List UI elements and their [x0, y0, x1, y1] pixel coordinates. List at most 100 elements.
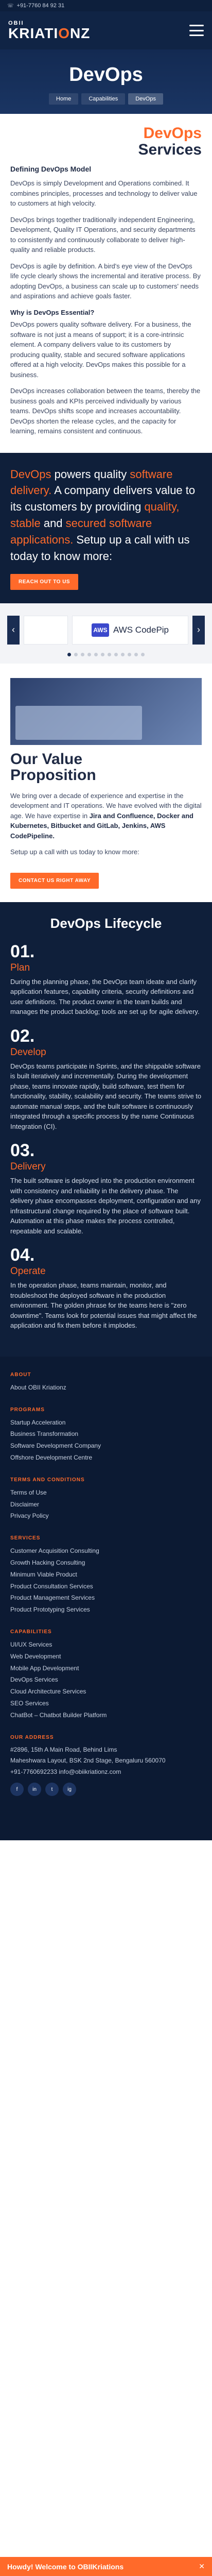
- footer-link[interactable]: Growth Hacking Consulting: [10, 1557, 202, 1569]
- breadcrumb-devops[interactable]: DevOps: [128, 93, 163, 105]
- footer-link[interactable]: Startup Acceleration: [10, 1417, 202, 1429]
- step-text: In the operation phase, teams maintain, …: [10, 1281, 197, 1330]
- address-contact[interactable]: +91-7760692233 info@obiikriationz.com: [10, 1767, 202, 1778]
- carousel-dot[interactable]: [114, 652, 118, 656]
- footer-link[interactable]: Disclaimer: [10, 1499, 202, 1511]
- lifecycle-title: DevOps Lifecycle: [50, 915, 162, 931]
- linkedin-icon[interactable]: in: [28, 1783, 41, 1797]
- step-name: Delivery: [10, 1161, 46, 1173]
- breadcrumb-home[interactable]: Home: [49, 93, 79, 105]
- close-icon[interactable]: ✕: [199, 2562, 205, 2571]
- social-links: f in t ig: [10, 1783, 202, 1797]
- value-cta-text: Setup up a call with us today to know mo…: [10, 848, 139, 856]
- intro-paragraph: DevOps powers quality software delivery.…: [10, 320, 191, 379]
- footer-link[interactable]: Product Management Services: [10, 1592, 202, 1604]
- chat-greeting: Howdy! Welcome to OBIIKriations: [7, 2562, 124, 2571]
- callout-text: DevOps powers quality software delivery.…: [10, 467, 196, 563]
- tools-carousel: ‹ AWS AWS CodePip ›: [0, 603, 212, 664]
- footer-link[interactable]: Offshore Development Centre: [10, 1452, 202, 1464]
- footer-link[interactable]: Product Consultation Services: [10, 1581, 202, 1592]
- site-footer: ABOUT About OBII Kriationz PROGRAMS Star…: [0, 1356, 212, 1841]
- carousel-dot[interactable]: [81, 652, 84, 656]
- lifecycle-step: 02. Develop DevOps teams participate in …: [10, 1027, 202, 1132]
- footer-link[interactable]: Minimum Viable Product: [10, 1569, 202, 1581]
- site-logo[interactable]: OBII KRIATIONZ: [8, 20, 91, 41]
- top-bar-phone[interactable]: +91-7760 84 92 31: [17, 3, 65, 9]
- footer-link[interactable]: UI/UX Services: [10, 1639, 202, 1651]
- step-name: Operate: [10, 1266, 46, 1277]
- value-proposition: Our Value Proposition We bring over a dec…: [0, 664, 212, 902]
- footer-link[interactable]: Web Development: [10, 1651, 202, 1663]
- carousel-prev-button[interactable]: ‹: [7, 615, 20, 645]
- footer-services: SERVICES Customer Acquisition Consulting…: [10, 1535, 202, 1616]
- step-name: Develop: [10, 1046, 46, 1058]
- carousel-dot[interactable]: [134, 652, 138, 656]
- devops-lifecycle: DevOps Lifecycle 01. Plan During the pla…: [0, 902, 212, 1357]
- facebook-icon[interactable]: f: [10, 1783, 24, 1797]
- carousel-dot[interactable]: [94, 652, 98, 656]
- carousel-dot[interactable]: [128, 652, 131, 656]
- top-bar: ☏ +91-7760 84 92 31: [0, 0, 212, 11]
- footer-link[interactable]: Cloud Architecture Services: [10, 1686, 202, 1698]
- hamburger-menu-icon[interactable]: [189, 25, 204, 36]
- carousel-dot[interactable]: [108, 652, 111, 656]
- instagram-icon[interactable]: ig: [63, 1783, 76, 1797]
- footer-link[interactable]: DevOps Services: [10, 1674, 202, 1686]
- carousel-dot[interactable]: [67, 652, 71, 656]
- value-paragraph: We bring over a decade of experience and…: [10, 791, 202, 840]
- step-number: 02.: [10, 1026, 35, 1046]
- carousel-dot[interactable]: [141, 652, 145, 656]
- footer-link[interactable]: Terms of Use: [10, 1487, 202, 1499]
- carousel-dot[interactable]: [101, 652, 104, 656]
- footer-link[interactable]: Customer Acquisition Consulting: [10, 1545, 202, 1557]
- contact-us-button[interactable]: CONTACT US RIGHT AWAY: [10, 872, 99, 889]
- address-line: #2896, 15th A Main Road, Behind Lims: [10, 1745, 117, 1753]
- chat-widget-bar[interactable]: Howdy! Welcome to OBIIKriations ✕: [0, 2557, 212, 2576]
- carousel-card: [24, 615, 68, 645]
- carousel-dot[interactable]: [87, 652, 91, 656]
- twitter-icon[interactable]: t: [45, 1783, 59, 1797]
- carousel-card-label: AWS CodePip: [113, 624, 169, 635]
- logo-main-text: KRIATIONZ: [8, 25, 91, 41]
- intro-paragraph: DevOps is simply Development and Operati…: [10, 179, 198, 207]
- breadcrumb-capabilities[interactable]: Capabilities: [81, 93, 126, 105]
- intro-paragraph: DevOps brings together traditionally ind…: [10, 215, 196, 254]
- footer-link[interactable]: Software Development Company: [10, 1440, 202, 1452]
- footer-terms: TERMS AND CONDITIONS Terms of Use Discla…: [10, 1477, 202, 1522]
- footer-capabilities: CAPABILITIES UI/UX Services Web Developm…: [10, 1629, 202, 1721]
- value-image: [10, 677, 202, 745]
- carousel-dot[interactable]: [121, 652, 125, 656]
- footer-link[interactable]: Mobile App Development: [10, 1663, 202, 1674]
- footer-address: OUR ADDRESS #2896, 15th A Main Road, Beh…: [10, 1735, 202, 1797]
- footer-link[interactable]: About OBII Kriationz: [10, 1382, 202, 1394]
- address-line: Maheshwara Layout, BSK 2nd Stage, Bengal…: [10, 1757, 166, 1765]
- feature-callout: DevOps powers quality software delivery.…: [0, 452, 212, 603]
- footer-link[interactable]: SEO Services: [10, 1698, 202, 1709]
- carousel-next-button[interactable]: ›: [192, 615, 205, 645]
- footer-programs: PROGRAMS Startup Acceleration Business T…: [10, 1407, 202, 1464]
- footer-link[interactable]: Privacy Policy: [10, 1510, 202, 1522]
- carousel-dots: [7, 652, 205, 656]
- aws-logo-icon: AWS: [91, 623, 109, 637]
- step-text: The built software is deployed into the …: [10, 1177, 201, 1235]
- carousel-card: AWS AWS CodePip: [72, 615, 188, 645]
- step-name: Plan: [10, 962, 30, 973]
- intro-paragraph: DevOps increases collaboration between t…: [10, 387, 201, 435]
- lifecycle-step: 01. Plan During the planning phase, the …: [10, 943, 202, 1017]
- carousel-dot[interactable]: [74, 652, 78, 656]
- lifecycle-step: 04. Operate In the operation phase, team…: [10, 1246, 202, 1331]
- footer-link[interactable]: Business Transformation: [10, 1428, 202, 1440]
- footer-link[interactable]: ChatBot – Chatbot Builder Platform: [10, 1709, 202, 1721]
- section-title: DevOps Services: [138, 125, 202, 158]
- step-number: 03.: [10, 1141, 35, 1161]
- reach-out-button[interactable]: REACH OUT TO US: [10, 573, 79, 590]
- value-title: Our Value Proposition: [10, 750, 96, 784]
- lifecycle-step: 03. Delivery The built software is deplo…: [10, 1142, 202, 1236]
- step-text: During the planning phase, the DevOps te…: [10, 977, 200, 1016]
- footer-link[interactable]: Product Prototyping Services: [10, 1604, 202, 1616]
- intro-section: DevOps Services Defining DevOps Model De…: [0, 114, 212, 448]
- footer-about: ABOUT About OBII Kriationz: [10, 1372, 202, 1394]
- hero-banner: DevOps Home Capabilities DevOps: [0, 49, 212, 114]
- phone-icon: ☏: [7, 3, 14, 9]
- step-text: DevOps teams participate in Sprints, and…: [10, 1062, 202, 1130]
